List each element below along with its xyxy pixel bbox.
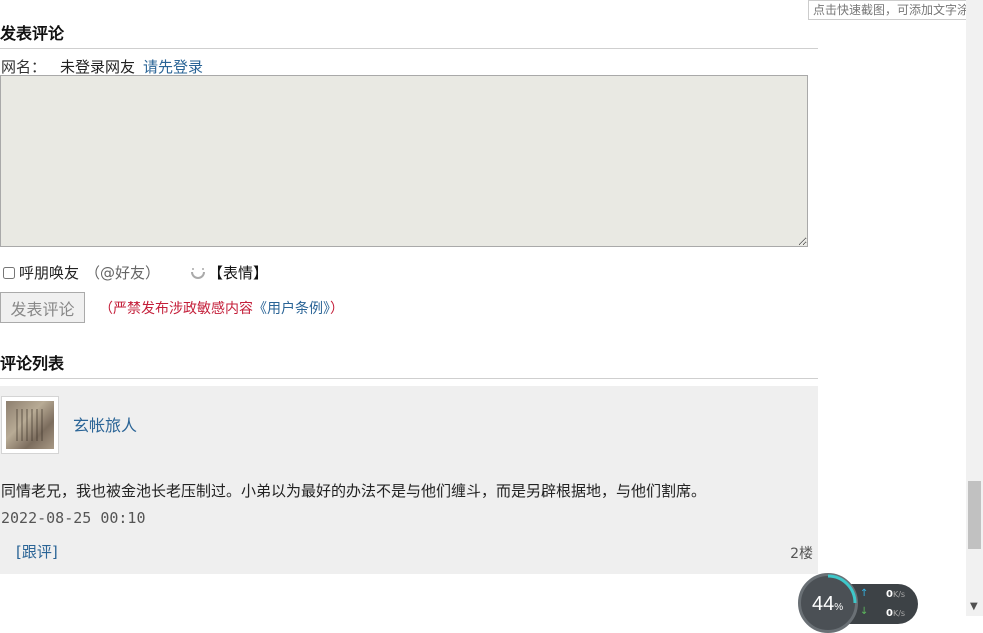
scrollbar-thumb[interactable] bbox=[968, 481, 981, 549]
content-notice: （严禁发布涉政敏感内容《用户条例》） bbox=[99, 298, 344, 318]
guest-name: 未登录网友 bbox=[60, 58, 136, 76]
download-arrow-icon: ↓ bbox=[860, 606, 869, 617]
options-row: 呼朋唤友 （@好友） 【表情】 bbox=[3, 262, 268, 283]
scroll-down-icon[interactable]: ▼ bbox=[970, 601, 978, 612]
user-terms-link[interactable]: 《用户条例》 bbox=[253, 301, 330, 317]
mention-hint: （@好友） bbox=[85, 264, 161, 282]
screenshot-tooltip: 点击快速截图，可添加文字涂鸦 bbox=[808, 0, 983, 20]
memory-usage-widget[interactable]: 44% bbox=[798, 573, 858, 633]
avatar-image bbox=[6, 401, 54, 449]
post-comment-title: 发表评论 bbox=[0, 20, 818, 49]
avatar[interactable] bbox=[1, 396, 59, 454]
mention-checkbox[interactable] bbox=[3, 266, 15, 279]
smiley-icon[interactable] bbox=[190, 265, 206, 281]
upload-arrow-icon: ↑ bbox=[860, 588, 869, 599]
floor-number: 2楼 bbox=[790, 546, 813, 562]
download-speed: 0K/s bbox=[886, 608, 906, 619]
comment-username[interactable]: 玄帐旅人 bbox=[73, 412, 137, 436]
comment-time: 2022-08-25 00:10 bbox=[1, 509, 146, 527]
name-label: 网名： bbox=[1, 58, 47, 76]
comment-textarea[interactable] bbox=[0, 75, 808, 247]
submit-comment-button[interactable]: 发表评论 bbox=[0, 292, 85, 323]
upload-speed: 0K/s bbox=[886, 589, 906, 600]
vertical-scrollbar[interactable]: ▼ bbox=[966, 0, 983, 616]
name-row: 网名： 未登录网友 请先登录 bbox=[1, 56, 203, 77]
network-speed-panel[interactable]: ↑ 0K/s ↓ 0K/s bbox=[848, 584, 918, 624]
comment-list-title: 评论列表 bbox=[0, 350, 818, 379]
reply-link[interactable]: [跟评] bbox=[16, 541, 58, 562]
login-link[interactable]: 请先登录 bbox=[143, 58, 203, 76]
memory-percent: 44% bbox=[812, 593, 844, 615]
notice-suffix: ） bbox=[330, 301, 344, 317]
mention-label: 呼朋唤友 bbox=[19, 264, 80, 282]
comment-text: 同情老兄，我也被金池长老压制过。小弟以为最好的办法不是与他们缠斗，而是另辟根据地… bbox=[1, 482, 707, 500]
emoji-button[interactable]: 【表情】 bbox=[208, 262, 268, 283]
notice-prefix: （严禁发布涉政敏感内容 bbox=[99, 301, 253, 317]
comment-item: 玄帐旅人 同情老兄，我也被金池长老压制过。小弟以为最好的办法不是与他们缠斗，而是… bbox=[0, 386, 818, 574]
